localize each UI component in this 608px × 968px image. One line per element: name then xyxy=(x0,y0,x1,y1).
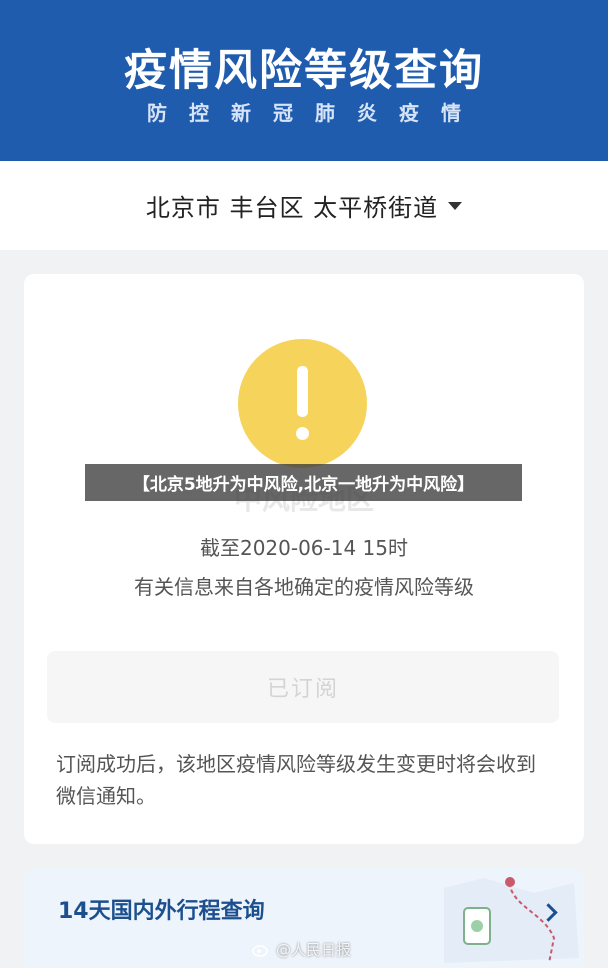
location-selector[interactable]: 北京市 丰台区 太平桥街道 xyxy=(0,161,608,250)
weibo-icon xyxy=(252,944,268,957)
watermark-text: @人民日报 xyxy=(276,941,352,959)
overlay-banner: 【北京5地升为中风险,北京一地升为中风险】 xyxy=(85,464,522,501)
deadline-text: 截至2020-06-14 15时 xyxy=(199,536,409,560)
page-title: 疫情风险等级查询 xyxy=(124,46,484,96)
subscribed-button[interactable]: 已订阅 xyxy=(47,651,559,723)
subscribe-note: 订阅成功后，该地区疫情风险等级发生变更时将会收到微信通知。 xyxy=(56,752,536,808)
page-subtitle: 防控新冠肺炎疫情 xyxy=(147,101,483,125)
watermark: @人民日报 xyxy=(252,939,351,960)
app-header: 疫情风险等级查询 防控新冠肺炎疫情 xyxy=(0,0,608,161)
caret-down-icon xyxy=(448,201,463,210)
itinerary-label: 14天国内外行程查询 xyxy=(58,899,265,924)
location-text: 北京市 丰台区 太平桥街道 xyxy=(145,194,439,222)
warning-icon xyxy=(238,339,367,468)
map-decoration-icon xyxy=(444,877,579,964)
basis-text: 有关信息来自各地确定的疫情风险等级 xyxy=(134,575,474,599)
